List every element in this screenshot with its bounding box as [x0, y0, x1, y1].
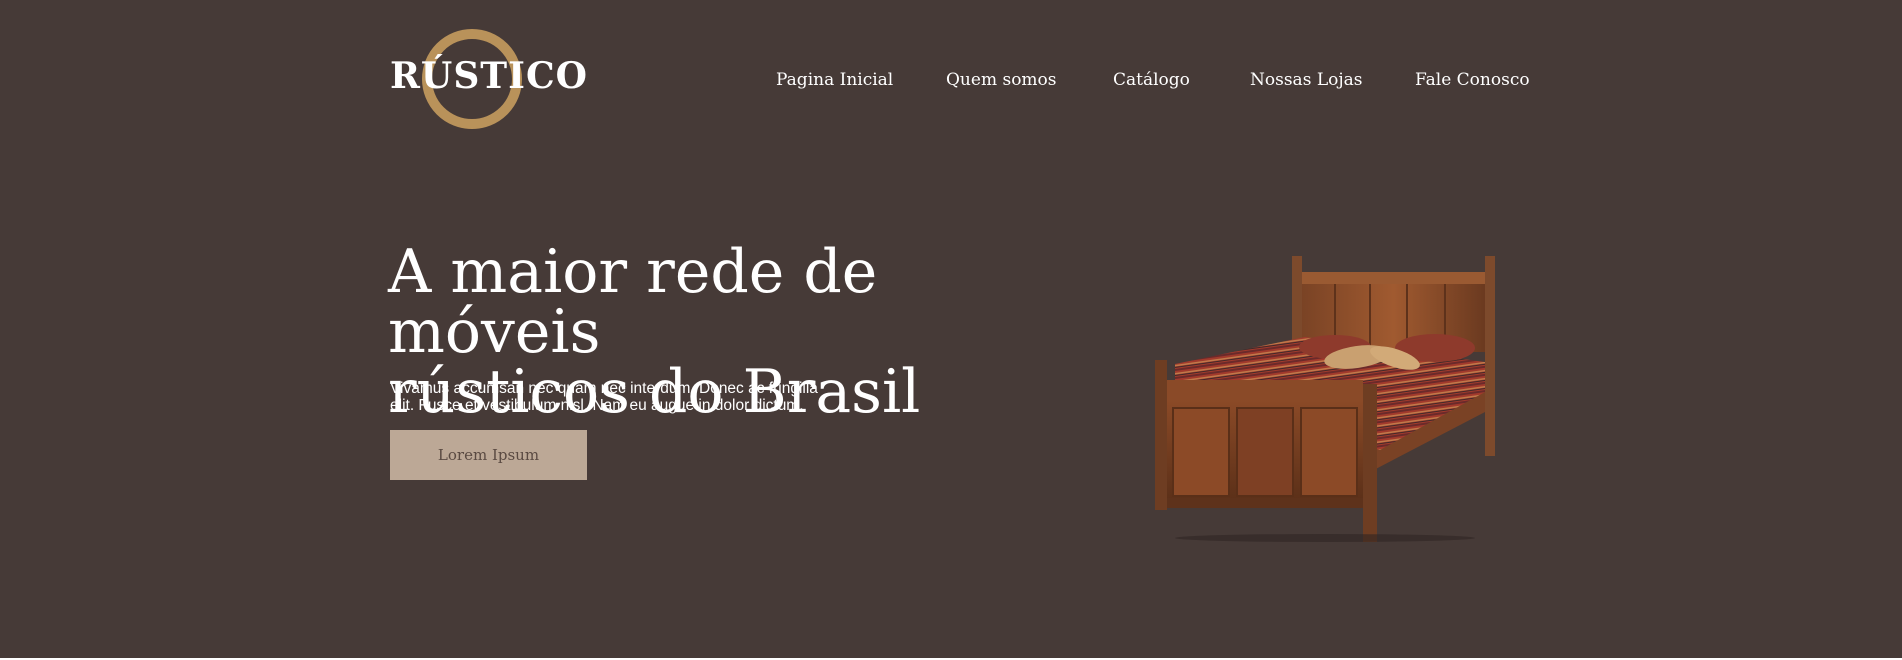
- cta-button[interactable]: Lorem Ipsum: [390, 430, 587, 480]
- hero-subtext: Vivamus accumsan nec quam nec interdum. …: [390, 380, 870, 414]
- hero-subtext-line1: Vivamus accumsan nec quam nec interdum. …: [390, 380, 818, 397]
- bed-icon: [1155, 256, 1495, 542]
- nav-item-quem-somos[interactable]: Quem somos: [946, 70, 1057, 90]
- nav-item-pagina-inicial[interactable]: Pagina Inicial: [776, 70, 893, 90]
- hero-section: RÚSTICO Pagina Inicial Quem somos Catálo…: [0, 0, 1902, 658]
- hero-subtext-line2: elit. Fusce et vestibulum nisl. Nam eu a…: [390, 397, 804, 414]
- hero-headline-line1: A maior rede de móveis: [388, 237, 878, 367]
- nav-item-nossas-lojas[interactable]: Nossas Lojas: [1250, 70, 1362, 90]
- nav-item-fale-conosco[interactable]: Fale Conosco: [1415, 70, 1530, 90]
- main-nav: Pagina Inicial Quem somos Catálogo Nossa…: [0, 70, 1902, 94]
- nav-item-catalogo[interactable]: Catálogo: [1113, 70, 1190, 90]
